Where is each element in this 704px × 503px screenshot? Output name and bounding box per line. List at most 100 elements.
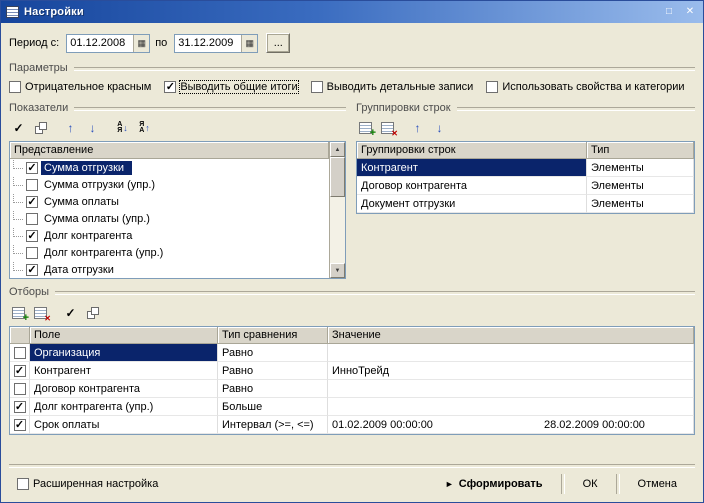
filter-checkbox-cell[interactable] — [10, 380, 30, 398]
filter-field-cell[interactable]: Срок оплаты — [30, 416, 218, 434]
row-checkbox[interactable] — [13, 400, 26, 413]
check-all-button[interactable]: ✓ — [61, 304, 80, 322]
checkbox-box[interactable] — [164, 81, 177, 93]
indicator-label[interactable]: Сумма отгрузки (упр.) — [41, 178, 163, 192]
filter-checkbox-cell[interactable] — [10, 398, 30, 416]
maximize-button[interactable]: □ — [661, 5, 677, 19]
filter-field-cell[interactable]: Организация — [30, 344, 218, 362]
checkbox-box[interactable] — [9, 81, 21, 93]
grouping-name-cell[interactable]: Документ отгрузки — [357, 195, 587, 213]
filter-row[interactable]: Долг контрагента (упр.) Больше — [10, 398, 694, 416]
filter-row[interactable]: Организация Равно — [10, 344, 694, 362]
period-more-button[interactable]: ... — [266, 33, 291, 53]
checkbox-box[interactable] — [310, 81, 323, 93]
row-checkbox[interactable] — [13, 346, 26, 359]
indicator-row[interactable]: Дата отгрузки — [10, 261, 329, 278]
filter-row[interactable]: Срок оплаты Интервал (>=, <=) 01.02.2009… — [10, 416, 694, 434]
grouping-type-cell[interactable]: Элементы — [587, 195, 694, 213]
scrollbar-track[interactable] — [330, 197, 345, 263]
grouping-row[interactable]: Документ отгрузки Элементы — [357, 195, 694, 213]
column-header[interactable]: Группировки строк — [357, 142, 587, 159]
add-row-button[interactable] — [9, 304, 29, 324]
filter-checkbox-cell[interactable] — [10, 362, 30, 380]
indicator-row[interactable]: Сумма отгрузки — [10, 159, 329, 176]
filter-value-cell[interactable]: 01.02.2009 00:00:00 28.02.2009 00:00:00 — [328, 416, 694, 434]
move-up-button[interactable]: ↑ — [61, 119, 80, 137]
indicator-row[interactable]: Долг контрагента — [10, 227, 329, 244]
filter-comparison-cell[interactable]: Интервал (>=, <=) — [218, 416, 328, 434]
ok-button[interactable]: ОК — [575, 475, 606, 493]
uncheck-all-button[interactable] — [31, 119, 50, 137]
row-checkbox[interactable] — [26, 212, 38, 225]
row-checkbox[interactable] — [26, 246, 38, 259]
column-header-checkbox[interactable] — [10, 327, 30, 344]
filter-comparison-cell[interactable]: Равно — [218, 380, 328, 398]
move-down-button[interactable]: ↓ — [83, 119, 102, 137]
period-from-input[interactable] — [67, 34, 134, 52]
calendar-icon[interactable]: ▦ — [133, 34, 150, 52]
grouping-name-cell[interactable]: Договор контрагента — [357, 177, 587, 195]
checkbox-negative-red[interactable]: Отрицательное красным — [9, 81, 151, 93]
filter-row[interactable]: Договор контрагента Равно — [10, 380, 694, 398]
indicator-label[interactable]: Дата отгрузки — [41, 263, 122, 277]
cancel-button[interactable]: Отмена — [630, 475, 685, 493]
grouping-type-cell[interactable]: Элементы — [587, 159, 694, 177]
indicator-row[interactable]: Долг контрагента (упр.) — [10, 244, 329, 261]
delete-row-button[interactable] — [31, 304, 51, 323]
indicator-label[interactable]: Долг контрагента (упр.) — [41, 246, 171, 260]
row-checkbox[interactable] — [13, 418, 26, 431]
filter-field-cell[interactable]: Долг контрагента (упр.) — [30, 398, 218, 416]
period-to-input[interactable] — [175, 34, 242, 52]
column-header[interactable]: Тип — [587, 142, 694, 159]
close-button[interactable]: ✕ — [682, 5, 698, 19]
scroll-up-icon[interactable]: ▲ — [330, 142, 345, 157]
check-all-button[interactable]: ✓ — [9, 119, 28, 137]
move-up-button[interactable]: ↑ — [408, 119, 427, 137]
checkbox-show-totals[interactable]: Выводить общие итоги — [164, 80, 299, 94]
filter-value-cell[interactable]: ИнноТрейд — [328, 362, 694, 380]
indicator-label[interactable]: Долг контрагента — [41, 229, 140, 243]
sort-desc-button[interactable]: ЯА ↑ — [135, 119, 154, 137]
scrollbar-thumb[interactable] — [330, 157, 345, 197]
filter-comparison-cell[interactable]: Равно — [218, 362, 328, 380]
checkbox-box[interactable] — [486, 81, 499, 93]
row-checkbox[interactable] — [26, 178, 38, 191]
indicator-label[interactable]: Сумма оплаты — [41, 195, 127, 209]
row-checkbox[interactable] — [26, 161, 38, 174]
filter-value-cell[interactable] — [328, 398, 694, 416]
sort-asc-button[interactable]: АЯ ↓ — [113, 119, 132, 137]
grouping-name-cell[interactable]: Контрагент — [357, 159, 587, 177]
filter-value-cell[interactable] — [328, 344, 694, 362]
row-checkbox[interactable] — [13, 382, 26, 395]
add-row-button[interactable] — [356, 119, 376, 139]
column-header[interactable]: Значение — [328, 327, 694, 344]
indicator-row[interactable]: Сумма оплаты — [10, 193, 329, 210]
calendar-icon[interactable]: ▦ — [241, 34, 258, 52]
indicator-row[interactable]: Сумма отгрузки (упр.) — [10, 176, 329, 193]
checkbox-advanced-settings[interactable]: Расширенная настройка — [17, 478, 158, 490]
filter-value-cell[interactable] — [328, 380, 694, 398]
scroll-down-icon[interactable]: ▼ — [330, 263, 345, 278]
filter-comparison-cell[interactable]: Больше — [218, 398, 328, 416]
grouping-type-cell[interactable]: Элементы — [587, 177, 694, 195]
move-down-button[interactable]: ↓ — [430, 119, 449, 137]
filter-field-cell[interactable]: Договор контрагента — [30, 380, 218, 398]
delete-row-button[interactable] — [378, 119, 398, 138]
filter-row[interactable]: Контрагент Равно ИнноТрейд — [10, 362, 694, 380]
uncheck-all-button[interactable] — [83, 304, 102, 322]
column-header[interactable]: Поле — [30, 327, 218, 344]
indicator-label[interactable]: Сумма оплаты (упр.) — [41, 212, 158, 226]
column-header[interactable]: Тип сравнения — [218, 327, 328, 344]
checkbox-show-details[interactable]: Выводить детальные записи — [310, 81, 473, 93]
filter-checkbox-cell[interactable] — [10, 416, 30, 434]
indicator-row[interactable]: Сумма оплаты (упр.) — [10, 210, 329, 227]
vertical-scrollbar[interactable]: ▲ ▼ — [329, 142, 345, 278]
grouping-row[interactable]: Договор контрагента Элементы — [357, 177, 694, 195]
checkbox-box[interactable] — [17, 478, 29, 490]
checkbox-use-properties[interactable]: Использовать свойства и категории — [486, 81, 685, 93]
generate-button[interactable]: ► Сформировать — [437, 475, 551, 493]
filter-comparison-cell[interactable]: Равно — [218, 344, 328, 362]
grouping-row[interactable]: Контрагент Элементы — [357, 159, 694, 177]
row-checkbox[interactable] — [13, 364, 26, 377]
filter-checkbox-cell[interactable] — [10, 344, 30, 362]
